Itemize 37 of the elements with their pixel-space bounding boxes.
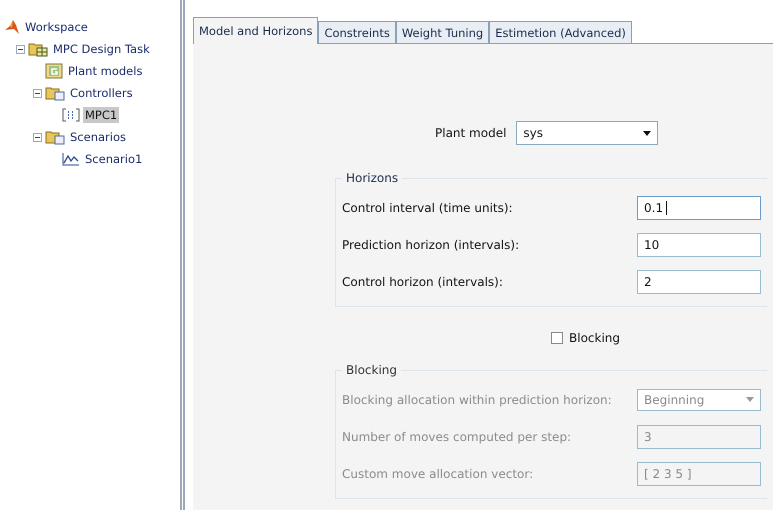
field-label: Prediction horizon (intervals):: [342, 238, 520, 252]
field-label: Custom move allocation vector:: [342, 466, 534, 480]
tab[interactable]: Weight Tuning: [396, 21, 490, 43]
tab[interactable]: Model and Horizons: [193, 17, 318, 44]
field-label: Control interval (time units):: [342, 200, 513, 214]
tree-item[interactable]: MPC1: [83, 107, 120, 123]
collapse-icon[interactable]: [33, 132, 42, 142]
tree-item[interactable]: Workspace: [23, 19, 90, 35]
tree-item[interactable]: Plant models: [66, 63, 144, 79]
matlab-logo-icon: [4, 19, 20, 35]
group-title: Horizons: [345, 171, 400, 185]
field-label: Plant model: [435, 126, 506, 140]
field-label: Control horizon (intervals):: [342, 274, 503, 288]
line-graph-icon: [62, 152, 80, 166]
checkbox[interactable]: [551, 332, 563, 344]
blocking-checkbox[interactable]: Blocking: [551, 331, 620, 345]
input-field[interactable]: 10: [637, 232, 761, 256]
input-field[interactable]: 2: [637, 270, 761, 294]
folder-grid-icon: [28, 41, 48, 57]
tree-item[interactable]: Controllers: [68, 85, 135, 101]
tab[interactable]: Estimetion (Advanced): [489, 21, 632, 43]
input-field[interactable]: 0.1: [637, 196, 761, 220]
group-title: Blocking: [345, 363, 398, 377]
text-cursor: [666, 200, 667, 214]
folder-icon: [45, 85, 65, 101]
tree-item[interactable]: Scenario1: [83, 151, 144, 167]
collapse-icon[interactable]: [33, 88, 42, 98]
plant-model-icon: [45, 63, 63, 79]
plant-model-dropdown[interactable]: sys: [516, 121, 658, 145]
field-label: Number of moves computed per step:: [342, 430, 572, 444]
collapse-icon[interactable]: [16, 44, 25, 54]
field-label: Blocking allocation within prediction horizon:: [342, 392, 612, 406]
matrix-icon: [62, 107, 80, 123]
folder-icon: [45, 129, 65, 145]
tab[interactable]: Constreints: [318, 21, 396, 43]
tree-item[interactable]: MPC Design Task: [51, 41, 152, 57]
tree-item[interactable]: Scenarios: [68, 129, 128, 145]
